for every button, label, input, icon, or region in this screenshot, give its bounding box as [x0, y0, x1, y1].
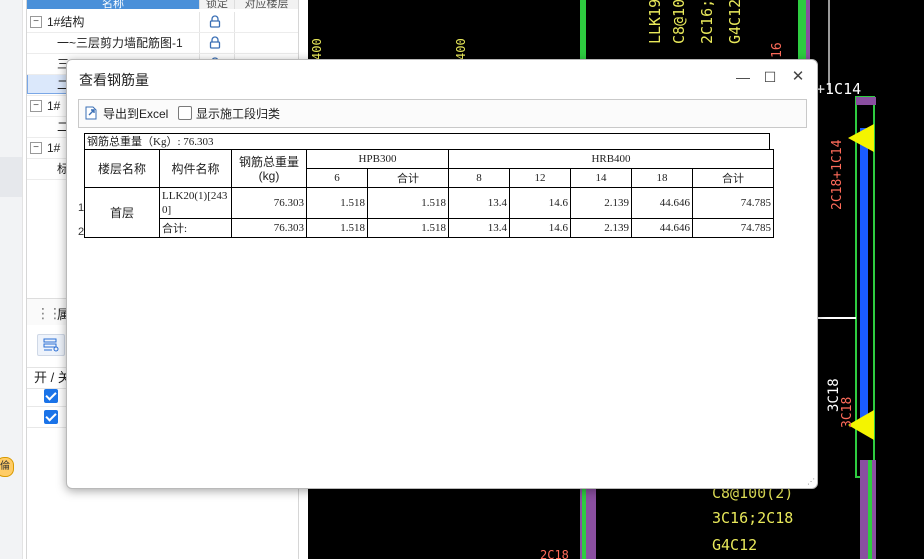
lock-icon[interactable]: [209, 15, 221, 28]
tree-toggle-icon[interactable]: −: [30, 100, 42, 112]
maximize-button[interactable]: ☐: [758, 65, 782, 89]
component-cell: 合计:: [159, 218, 232, 238]
table-row[interactable]: 合计: 76.303 1.518 1.518 13.4 14.6 2.139 4…: [85, 218, 774, 238]
left-strip-selection[interactable]: [0, 157, 22, 197]
tree-row-label: 1#: [47, 141, 61, 155]
cad-label: 2C18+1C14: [830, 139, 845, 210]
table-row[interactable]: 首层 LLK20(1)[2430] 76.303 1.518 1.518 13.…: [84, 187, 774, 238]
left-toolbar-strip: 倫: [0, 0, 23, 559]
cad-label: 3C16;2C18: [712, 509, 794, 527]
hrb12-cell: 14.6: [509, 187, 571, 219]
cad-wall-green: [798, 0, 806, 60]
tree-toggle-icon[interactable]: −: [30, 142, 42, 154]
header-hrb-12: 12: [509, 168, 571, 188]
tree-row[interactable]: 一~三层剪力墙配筋图-1: [27, 33, 298, 54]
lock-icon[interactable]: [209, 36, 221, 49]
cad-wall-green: [580, 0, 586, 60]
tree-row-label: 1#结构: [47, 15, 85, 29]
tree-row[interactable]: −1#结构: [27, 12, 298, 33]
total-cell: 76.303: [231, 187, 307, 219]
dialog-title: 查看钢筋量: [79, 72, 149, 88]
hrb14-cell: 2.139: [570, 187, 632, 219]
cad-label: 16: [770, 42, 785, 58]
tree-header-lock[interactable]: 锁定: [199, 0, 234, 9]
tree-row-label: 一~三层剪力墙配筋图-1: [57, 36, 183, 50]
hrb-sum-cell: 74.785: [692, 187, 774, 219]
cad-label: 400: [454, 38, 468, 60]
tree-header-name[interactable]: 名称: [27, 0, 199, 9]
header-component: 构件名称: [159, 149, 232, 188]
header-hrb-18: 18: [631, 168, 693, 188]
hrb8-cell: 13.4: [448, 218, 510, 238]
hrb8-cell: 13.4: [448, 187, 510, 219]
resize-grip-icon[interactable]: ⋰: [807, 478, 815, 486]
floor-cell: 首层: [84, 187, 160, 238]
hrb18-cell: 44.646: [631, 187, 693, 219]
tree-header: 名称 锁定 对应楼层: [27, 0, 298, 9]
layer-list-icon[interactable]: [37, 334, 65, 356]
cad-label: G4C12: [712, 536, 758, 554]
header-hpb300: HPB300: [306, 149, 449, 169]
dialog-toolbar: 导出到Excel 显示施工段归类: [78, 99, 807, 128]
export-excel-button[interactable]: 导出到Excel: [83, 104, 168, 122]
tree-header-floor[interactable]: 对应楼层: [234, 0, 298, 9]
layer-visible-checkbox[interactable]: [44, 410, 58, 424]
header-hrb-8: 8: [448, 168, 510, 188]
tree-toggle-icon[interactable]: −: [30, 16, 42, 28]
header-hrb400: HRB400: [448, 149, 774, 169]
header-hpb-sum: 合计: [367, 168, 449, 188]
hrb-sum-cell: 74.785: [692, 218, 774, 238]
hpb6-cell: 1.518: [306, 218, 368, 238]
show-segment-option[interactable]: 显示施工段归类: [178, 105, 280, 121]
left-strip-badge[interactable]: 倫: [0, 457, 14, 477]
rebar-report: 钢筋总重量（Kg）: 76.303 楼层名称 构件名称 钢筋总重量(kg) HP…: [84, 133, 774, 238]
rebar-quantity-dialog: 查看钢筋量 — ☐ ✕ 导出到Excel 显示施工段归类 1 2 钢筋总重量（K…: [66, 59, 818, 489]
cad-label: C8@10: [670, 0, 688, 44]
hrb18-cell: 44.646: [631, 218, 693, 238]
tree-row-label: 1#: [47, 99, 61, 113]
cad-label: 2C18: [540, 548, 569, 559]
header-total-weight: 钢筋总重量(kg): [231, 149, 307, 188]
header-hpb-6: 6: [306, 168, 368, 188]
minimize-button[interactable]: —: [731, 65, 755, 89]
hpb-sum-cell: 1.518: [367, 218, 449, 238]
cad-beam-fill: [860, 128, 868, 428]
cad-label: 2C16;2: [698, 0, 716, 44]
cad-label: +1C14: [816, 80, 862, 98]
component-cell: LLK20(1)[2430]: [159, 187, 232, 219]
total-weight-line: 钢筋总重量（Kg）: 76.303: [84, 133, 770, 149]
header-hrb-sum: 合计: [692, 168, 774, 188]
export-excel-label: 导出到Excel: [103, 106, 169, 121]
close-button[interactable]: ✕: [786, 65, 810, 89]
hpb-sum-cell: 1.518: [367, 187, 449, 219]
header-hrb-14: 14: [570, 168, 632, 188]
rebar-table: 楼层名称 构件名称 钢筋总重量(kg) HPB300 HRB400 6 合计 8…: [84, 149, 774, 238]
layer-visible-checkbox[interactable]: [44, 389, 58, 403]
hrb12-cell: 14.6: [509, 218, 571, 238]
cad-label: 400: [310, 38, 324, 60]
cad-label: 3C18: [840, 396, 855, 428]
cad-label: LLK19: [646, 0, 664, 44]
show-segment-label: 显示施工段归类: [196, 106, 281, 121]
hpb6-cell: 1.518: [306, 187, 368, 219]
cad-label: G4C12: [726, 0, 744, 44]
header-floor: 楼层名称: [84, 149, 160, 188]
export-icon: [85, 106, 97, 120]
show-segment-checkbox[interactable]: [178, 106, 192, 120]
total-cell: 76.303: [231, 218, 307, 238]
hrb14-cell: 2.139: [570, 218, 632, 238]
